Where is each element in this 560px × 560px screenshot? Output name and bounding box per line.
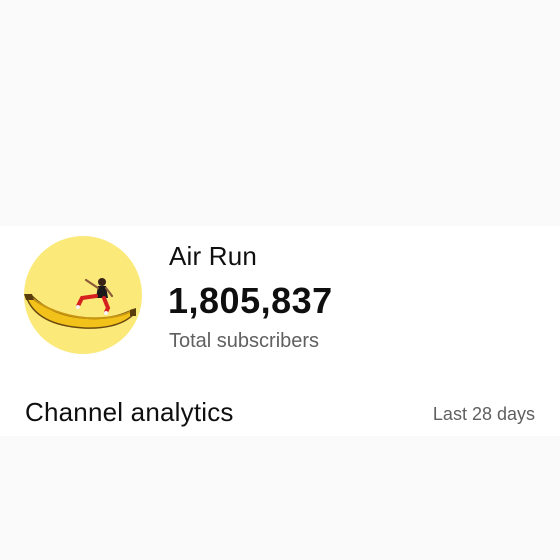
subscriber-label: Total subscribers [169,330,320,352]
studio-page: Air Run 1,805,837 Total subscribers Chan… [0,0,560,560]
subscriber-count: 1,805,837 [168,280,333,321]
channel-summary-card: Air Run 1,805,837 Total subscribers Chan… [0,226,560,436]
channel-name: Air Run [169,241,258,271]
channel-analytics-heading: Channel analytics [25,397,234,427]
banana-runner-avatar-icon [24,278,136,329]
runner-figure [76,278,114,315]
channel-avatar[interactable] [24,236,142,354]
analytics-period[interactable]: Last 28 days [433,404,535,425]
